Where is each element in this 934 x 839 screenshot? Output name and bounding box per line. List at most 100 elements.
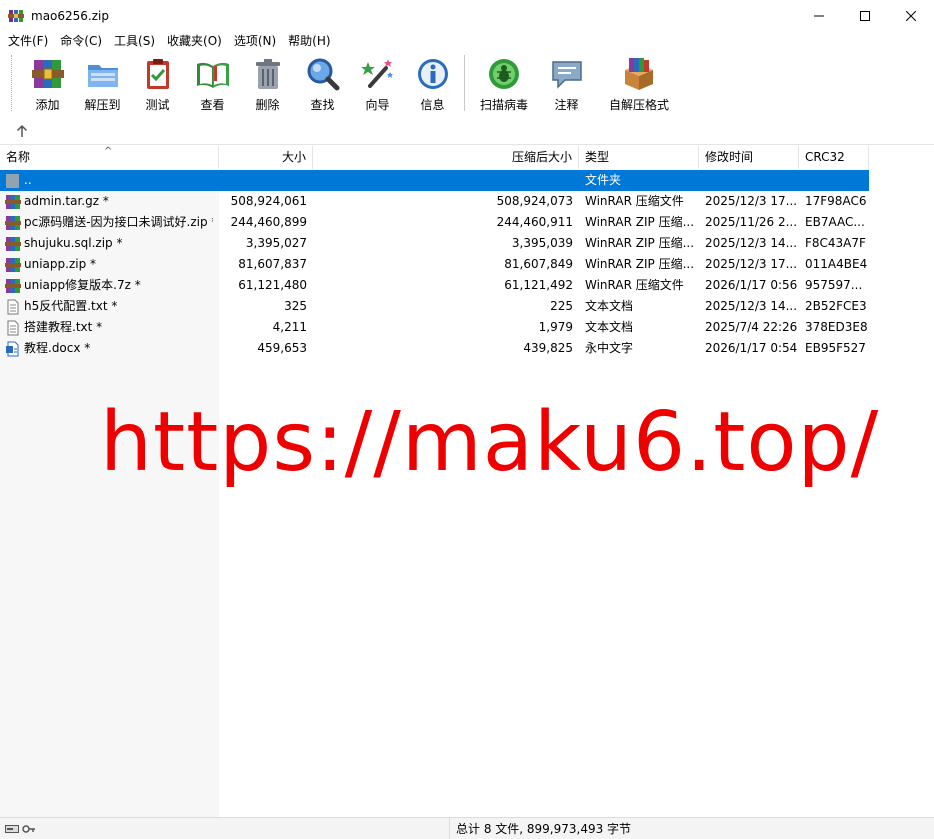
address-bar-row xyxy=(0,117,934,145)
file-packed-size: 3,395,039 xyxy=(511,236,573,250)
file-crc: 17F98AC6 xyxy=(805,194,867,208)
close-button[interactable] xyxy=(888,0,934,31)
column-name-label: 名称 xyxy=(6,150,31,164)
file-crc: F8C43A7F xyxy=(805,236,866,250)
add-button[interactable]: 添加 xyxy=(20,51,75,113)
wizard-label: 向导 xyxy=(365,98,390,112)
menu-file[interactable]: 文件(F) xyxy=(2,31,54,51)
magic-wand-icon xyxy=(360,59,393,88)
info-label: 信息 xyxy=(420,98,445,112)
file-modified: 2025/12/3 14... xyxy=(705,299,798,313)
file-name: uniapp修复版本.7z * xyxy=(24,278,141,292)
file-size: 244,460,899 xyxy=(230,215,307,229)
file-crc: 957597... xyxy=(805,278,863,292)
test-button[interactable]: 测试 xyxy=(130,51,185,113)
file-type: WinRAR 压缩文件 xyxy=(585,278,684,292)
delete-button[interactable]: 删除 xyxy=(240,51,295,113)
comment-button[interactable]: 注释 xyxy=(539,51,594,113)
toolbar-grip[interactable] xyxy=(11,55,15,111)
file-size: 3,395,027 xyxy=(245,236,307,250)
rar-archive-icon xyxy=(5,278,21,293)
menu-favorites[interactable]: 收藏夹(O) xyxy=(161,31,228,51)
file-modified: 2025/12/3 17... xyxy=(705,257,798,271)
sfx-button[interactable]: 自解压格式 xyxy=(594,51,684,113)
file-crc: EB7AAC... xyxy=(805,215,865,229)
file-name: shujuku.sql.zip * xyxy=(24,236,123,250)
file-type: WinRAR ZIP 压缩... xyxy=(585,257,695,271)
column-header-modified[interactable]: 修改时间 xyxy=(699,146,799,169)
file-packed-size: 61,121,492 xyxy=(504,278,573,292)
info-icon xyxy=(417,59,448,89)
sort-ascending-icon: ^ xyxy=(104,146,113,157)
menu-bar: 文件(F) 命令(C) 工具(S) 收藏夹(O) 选项(N) 帮助(H) xyxy=(0,31,934,51)
column-header-packed[interactable]: 压缩后大小 xyxy=(313,146,579,169)
comment-bubble-icon xyxy=(551,61,582,89)
minimize-icon xyxy=(814,15,824,16)
watermark-url: https://maku6.top/ xyxy=(100,395,880,490)
docx-file-icon xyxy=(6,341,19,356)
magnifier-icon xyxy=(307,58,339,91)
status-summary: 总计 8 文件, 899,973,493 字节 xyxy=(456,822,632,836)
rar-archive-icon xyxy=(5,236,21,251)
find-button[interactable]: 查找 xyxy=(295,51,350,113)
list-item[interactable]: pc源码赠送-因为接口未调试好.zip * 244,460,899 244,46… xyxy=(0,212,934,233)
list-item[interactable]: 教程.docx * 459,653 439,825 永中文字 2026/1/17… xyxy=(0,338,934,359)
up-arrow-icon[interactable] xyxy=(15,124,29,138)
file-packed-size: 81,607,849 xyxy=(504,257,573,271)
list-item[interactable]: uniapp.zip * 81,607,837 81,607,849 WinRA… xyxy=(0,254,934,275)
column-header-size[interactable]: 大小 xyxy=(219,146,313,169)
file-crc: 011A4BE4 xyxy=(805,257,868,271)
list-item[interactable]: uniapp修复版本.7z * 61,121,480 61,121,492 Wi… xyxy=(0,275,934,296)
window-title: mao6256.zip xyxy=(31,8,109,23)
file-name: 教程.docx * xyxy=(24,341,91,355)
file-size: 459,653 xyxy=(257,341,307,355)
column-header-crc[interactable]: CRC32 xyxy=(799,146,869,169)
file-name: uniapp.zip * xyxy=(24,257,97,271)
menu-options[interactable]: 选项(N) xyxy=(228,31,282,51)
extract-to-button[interactable]: 解压到 xyxy=(75,51,130,113)
file-size xyxy=(219,170,313,191)
list-item[interactable]: 搭建教程.txt * 4,211 1,979 文本文档 2025/7/4 22:… xyxy=(0,317,934,338)
column-header-name[interactable]: 名称 ^ xyxy=(0,146,219,169)
minimize-button[interactable] xyxy=(796,0,842,31)
info-button[interactable]: 信息 xyxy=(405,51,460,113)
file-name: admin.tar.gz * xyxy=(24,194,109,208)
list-item[interactable]: h5反代配置.txt * 325 225 文本文档 2025/12/3 14..… xyxy=(0,296,934,317)
file-packed-size: 1,979 xyxy=(538,320,573,334)
file-crc: EB95F527 xyxy=(805,341,866,355)
list-item[interactable]: admin.tar.gz * 508,924,061 508,924,073 W… xyxy=(0,191,934,212)
menu-help[interactable]: 帮助(H) xyxy=(282,31,336,51)
delete-label: 删除 xyxy=(255,98,280,112)
file-name: pc源码赠送-因为接口未调试好.zip * xyxy=(24,215,213,229)
file-name: .. xyxy=(24,173,32,187)
file-packed-size: 508,924,073 xyxy=(496,194,573,208)
toolbar-separator xyxy=(464,55,465,111)
list-item-parent[interactable]: .. 文件夹 xyxy=(0,170,869,191)
maximize-button[interactable] xyxy=(842,0,888,31)
add-archive-icon xyxy=(31,60,64,88)
drive-icon[interactable] xyxy=(5,824,19,834)
view-button[interactable]: 查看 xyxy=(185,51,240,113)
file-list: .. 文件夹 admin.tar.gz * 508,924,061 508,92… xyxy=(0,170,934,359)
file-type: 文本文档 xyxy=(585,320,634,334)
file-type: 文本文档 xyxy=(585,299,634,313)
file-modified: 2026/1/17 0:56 xyxy=(705,278,798,292)
column-header-type[interactable]: 类型 xyxy=(579,146,699,169)
list-header: 名称 ^ 大小 压缩后大小 类型 修改时间 CRC32 xyxy=(0,146,869,169)
view-label: 查看 xyxy=(200,98,225,112)
close-icon xyxy=(906,10,916,21)
maximize-icon xyxy=(860,10,870,21)
winrar-app-icon[interactable] xyxy=(8,8,24,24)
virus-scan-button[interactable]: 扫描病毒 xyxy=(469,51,539,113)
list-item[interactable]: shujuku.sql.zip * 3,395,027 3,395,039 Wi… xyxy=(0,233,934,254)
key-icon[interactable] xyxy=(22,824,36,834)
file-size: 325 xyxy=(284,299,307,313)
menu-tools[interactable]: 工具(S) xyxy=(108,31,161,51)
extract-folder-icon xyxy=(87,65,118,87)
menu-commands[interactable]: 命令(C) xyxy=(54,31,108,51)
file-name: 搭建教程.txt * xyxy=(24,320,103,334)
file-modified: 2025/12/3 17... xyxy=(705,194,798,208)
trash-can-icon xyxy=(255,59,280,89)
file-name: h5反代配置.txt * xyxy=(24,299,118,313)
wizard-button[interactable]: 向导 xyxy=(350,51,405,113)
